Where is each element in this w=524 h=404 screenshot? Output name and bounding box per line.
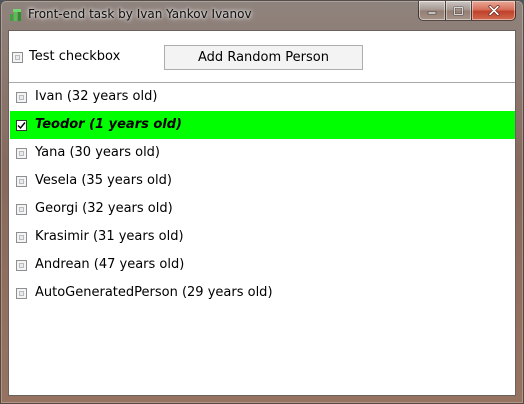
person-checkbox[interactable] [16, 204, 27, 215]
person-label: AutoGeneratedPerson (29 years old) [35, 285, 273, 300]
maximize-icon [453, 6, 464, 15]
person-checkbox[interactable] [16, 288, 27, 299]
people-list: Ivan (32 years old) Teodor (1 years old)… [9, 83, 515, 307]
app-icon [10, 9, 21, 21]
list-item-selected[interactable]: Teodor (1 years old) [10, 111, 515, 139]
caption-buttons [418, 1, 516, 21]
test-checkbox[interactable] [12, 52, 23, 63]
client-area: Test checkbox Add Random Person Ivan (32… [8, 30, 516, 396]
person-checkbox[interactable] [16, 92, 27, 103]
person-label: Ivan (32 years old) [35, 89, 158, 104]
close-icon [488, 5, 499, 16]
person-checkbox[interactable] [16, 232, 27, 243]
checkbox-indicator [19, 95, 24, 100]
list-item[interactable]: Andrean (47 years old) [9, 251, 515, 279]
checkbox-indicator [19, 291, 24, 296]
checkbox-indicator [19, 235, 24, 240]
person-label: Andrean (47 years old) [35, 257, 185, 272]
person-checkbox[interactable] [16, 260, 27, 271]
close-button[interactable] [472, 1, 516, 21]
person-checkbox[interactable] [16, 120, 27, 131]
add-random-person-button[interactable]: Add Random Person [164, 45, 363, 70]
list-item[interactable]: Krasimir (31 years old) [9, 223, 515, 251]
checkbox-indicator [19, 151, 24, 156]
checkbox-indicator [15, 55, 20, 60]
window-title: Front-end task by Ivan Yankov Ivanov [28, 7, 252, 21]
list-item[interactable]: Vesela (35 years old) [9, 167, 515, 195]
person-label: Krasimir (31 years old) [35, 229, 184, 244]
person-checkbox[interactable] [16, 176, 27, 187]
app-window: Front-end task by Ivan Yankov Ivanov Tes… [0, 0, 524, 404]
list-item[interactable]: AutoGeneratedPerson (29 years old) [9, 279, 515, 307]
person-label: Teodor (1 years old) [35, 117, 182, 132]
person-label: Vesela (35 years old) [35, 173, 172, 188]
checkbox-indicator [19, 263, 24, 268]
checkmark-icon [17, 122, 26, 130]
minimize-icon [427, 11, 437, 14]
maximize-button[interactable] [446, 1, 472, 21]
title-bar[interactable]: Front-end task by Ivan Yankov Ivanov [0, 0, 524, 30]
minimize-button[interactable] [418, 1, 446, 21]
top-bar: Test checkbox Add Random Person [9, 31, 515, 81]
checkbox-indicator [19, 207, 24, 212]
person-checkbox[interactable] [16, 148, 27, 159]
person-label: Yana (30 years old) [35, 145, 160, 160]
list-item[interactable]: Yana (30 years old) [9, 139, 515, 167]
person-label: Georgi (32 years old) [35, 201, 173, 216]
list-item[interactable]: Ivan (32 years old) [9, 83, 515, 111]
list-item[interactable]: Georgi (32 years old) [9, 195, 515, 223]
test-checkbox-label[interactable]: Test checkbox [29, 49, 120, 64]
checkbox-indicator [19, 179, 24, 184]
